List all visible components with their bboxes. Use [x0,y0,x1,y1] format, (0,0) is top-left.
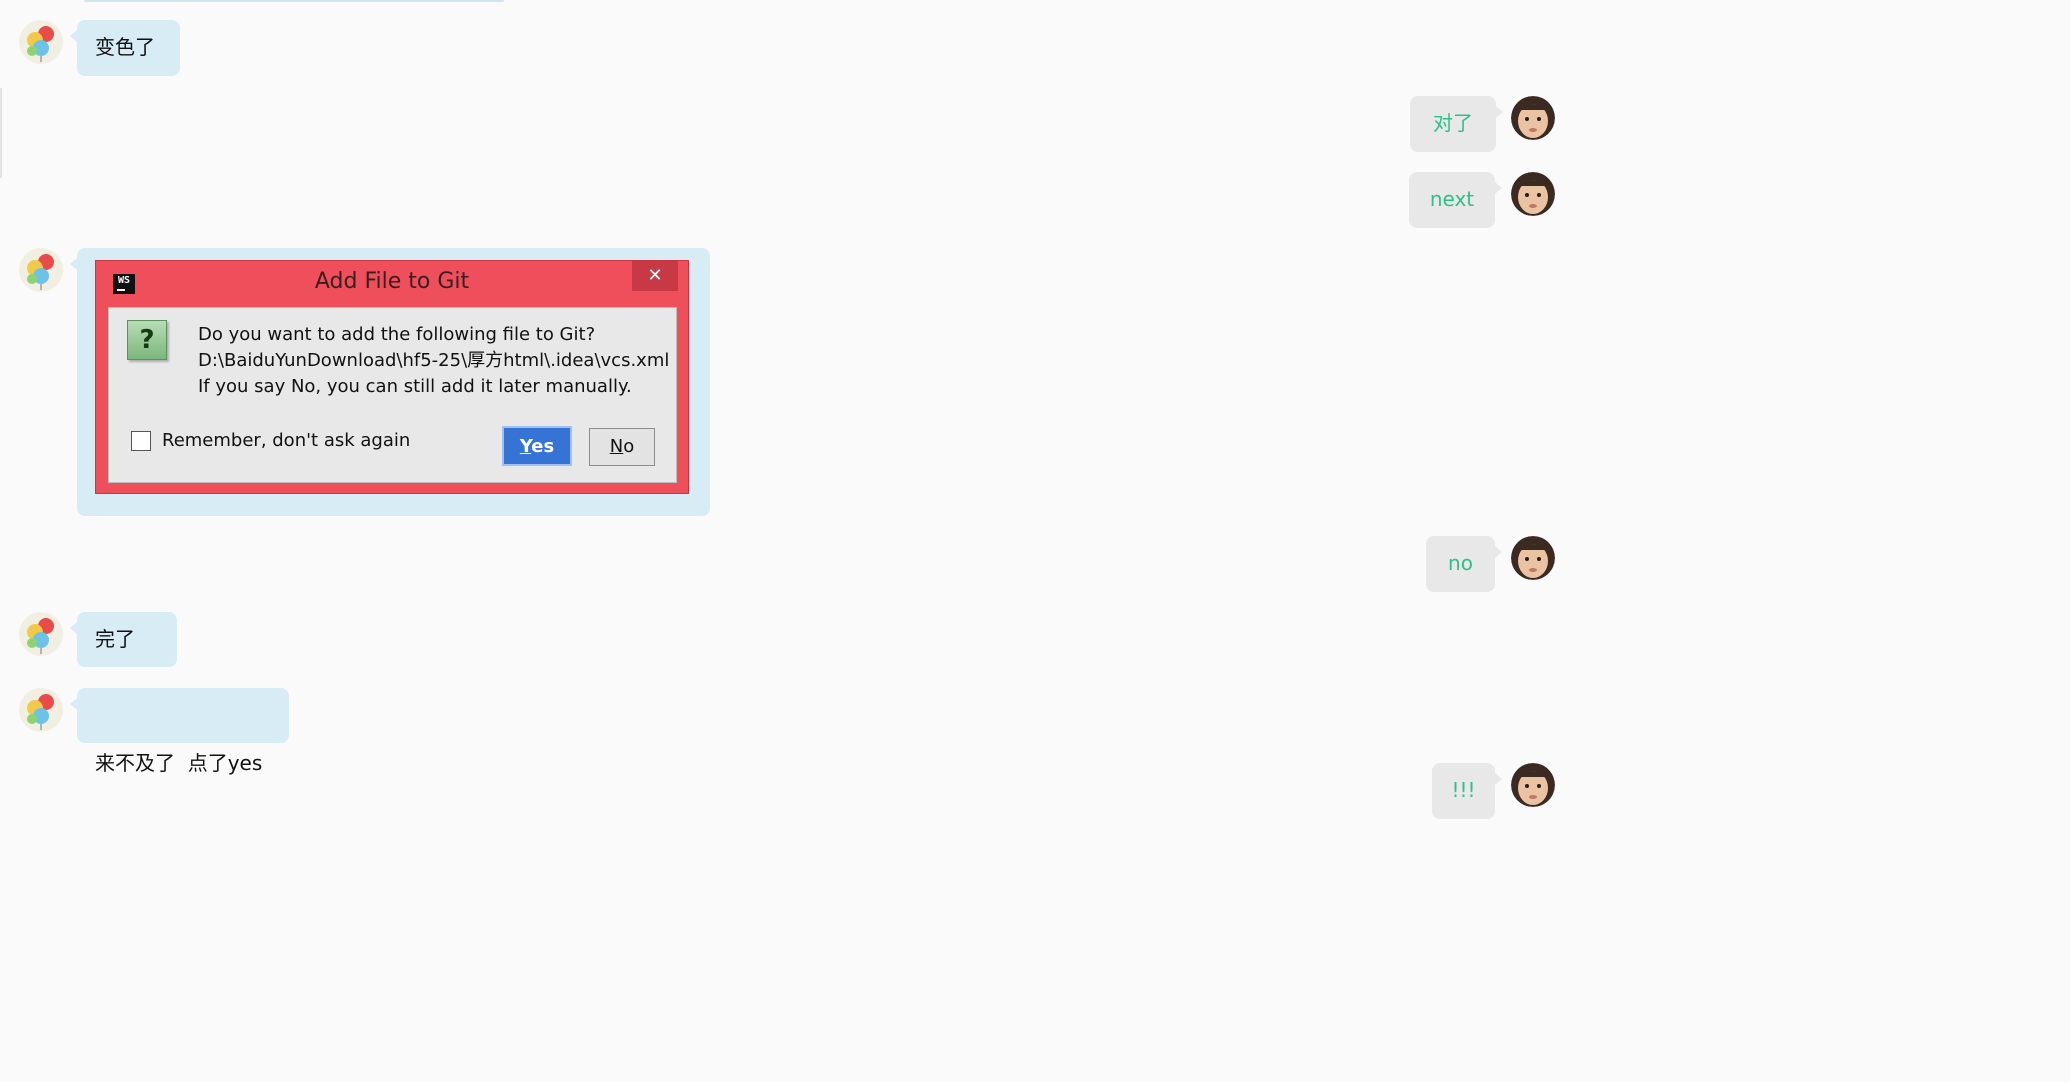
close-icon[interactable]: ✕ [632,261,678,291]
balloons-avatar-icon[interactable] [19,248,63,292]
dialog-title: Add File to Git [314,269,470,294]
dialog-message: Do you want to add the following file to… [198,322,669,400]
remember-label: Remember, don't ask again [162,430,411,451]
remember-checkbox[interactable] [131,430,151,451]
file-path: D:\BaiduYunDownload\hf5-25\厚方html\.idea\… [198,350,670,371]
message-text: 完了 [95,627,135,651]
message-line: Do you want to add the following file to… [198,324,596,345]
message-text: next [1429,187,1475,211]
yes-label: es [531,436,555,457]
yes-button[interactable]: Yes [502,426,572,466]
message-text: !!! [1451,778,1476,802]
message-bubble[interactable]: !!! [1432,763,1502,819]
balloons-avatar-icon[interactable] [19,20,63,64]
message-text: 对了 [1433,111,1473,135]
message-bubble[interactable]: 对了 [1410,96,1503,152]
no-button[interactable]: No [589,428,655,466]
dialog-body: ? Do you want to add the following file … [108,307,677,483]
git-add-dialog-image[interactable]: WS Add File to Git ✕ ? Do you want to ad… [95,260,689,494]
message-text: 来不及了 点了yes [95,751,263,775]
question-icon: ? [127,320,167,360]
no-mnemonic: N [609,436,624,457]
message-text: 变色了 [95,35,155,59]
balloons-avatar-icon[interactable] [19,688,63,732]
message-bubble[interactable]: 变色了 [70,20,180,76]
no-label: o [623,436,635,457]
message-bubble[interactable]: 来不及了 点了yes [70,688,289,775]
baby-photo-avatar-icon[interactable] [1511,536,1555,580]
message-bubble[interactable]: next [1409,172,1502,228]
previous-message-edge [84,0,504,2]
message-line: If you say No, you can still add it late… [198,376,632,397]
baby-photo-avatar-icon[interactable] [1511,96,1555,140]
pane-edge [0,88,2,178]
baby-photo-avatar-icon[interactable] [1511,172,1555,216]
message-bubble[interactable]: no [1426,536,1502,592]
message-bubble[interactable]: 完了 [70,612,177,667]
balloons-avatar-icon[interactable] [19,612,63,656]
yes-mnemonic: Y [519,436,532,457]
message-text: no [1448,551,1473,575]
remember-option[interactable]: Remember, don't ask again [131,430,410,451]
baby-photo-avatar-icon[interactable] [1511,763,1555,807]
